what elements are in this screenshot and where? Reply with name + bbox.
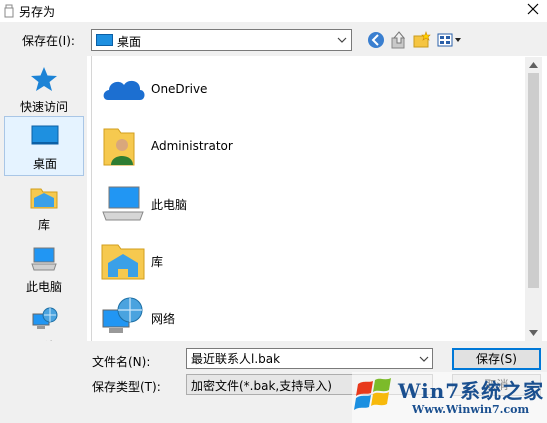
watermark-name: Win7系统之家 <box>398 379 545 403</box>
filetype-value: 加密文件(*.bak,支持导入) <box>191 379 332 393</box>
scroll-down-icon[interactable] <box>529 329 538 337</box>
sidebar-item-quick-access[interactable]: 快速访问 <box>4 60 84 120</box>
sidebar-item-desktop[interactable]: 桌面 <box>4 116 84 176</box>
new-folder-icon[interactable] <box>412 30 432 50</box>
library-icon <box>30 188 58 209</box>
list-item-label: 网络 <box>151 312 176 326</box>
sidebar-item-label: 快速访问 <box>19 100 68 114</box>
this-pc-icon <box>102 186 144 221</box>
quick-access-star-icon <box>31 67 57 91</box>
filename-label: 文件名(N): <box>92 355 151 369</box>
list-item-label: 库 <box>151 255 164 269</box>
sidebar-item-label: 此电脑 <box>25 280 62 294</box>
list-item-label: OneDrive <box>151 82 208 96</box>
list-item-label: Administrator <box>151 139 233 153</box>
file-list: OneDrive Administrator 此电脑 库 网络 <box>91 56 541 341</box>
save-in-label: 保存在(I): <box>22 34 75 48</box>
location-value: 桌面 <box>117 35 142 49</box>
site-watermark: Win7系统之家 Www.Winwin7.com <box>352 372 547 423</box>
scrollbar-thumb[interactable] <box>528 73 539 288</box>
chevron-down-icon <box>337 37 347 43</box>
sidebar-item-library[interactable]: 库 <box>4 178 84 238</box>
list-item-network[interactable]: 网络 <box>100 292 520 342</box>
filename-input[interactable] <box>186 348 433 369</box>
windows-logo-icon <box>354 378 391 410</box>
up-folder-icon[interactable] <box>389 30 409 50</box>
vertical-scrollbar[interactable] <box>525 57 542 341</box>
list-item-this-pc[interactable]: 此电脑 <box>100 178 520 228</box>
scroll-up-icon[interactable] <box>529 61 538 69</box>
list-item-label: 此电脑 <box>151 198 188 212</box>
save-button[interactable]: 保存(S) <box>452 348 541 370</box>
list-item-administrator[interactable]: Administrator <box>100 121 520 171</box>
library-icon <box>101 244 145 280</box>
back-arrow-icon[interactable] <box>366 30 386 50</box>
filetype-label: 保存类型(T): <box>92 380 161 394</box>
desktop-icon <box>96 34 113 46</box>
window-title: 另存为 <box>19 5 56 19</box>
desktop-icon <box>31 125 59 145</box>
list-item-library[interactable]: 库 <box>100 235 520 285</box>
network-icon <box>32 307 58 329</box>
title-bar: 另存为 <box>0 0 547 22</box>
watermark-url: Www.Winwin7.com <box>412 403 530 416</box>
chevron-down-icon[interactable] <box>419 354 429 364</box>
sidebar-item-label: 桌面 <box>32 157 57 171</box>
user-folder-icon <box>103 128 135 166</box>
list-item-onedrive[interactable]: OneDrive <box>100 64 520 114</box>
location-toolbar: 保存在(I): 桌面 <box>0 22 547 56</box>
sidebar-item-this-pc[interactable]: 此电脑 <box>4 240 84 300</box>
places-sidebar: 快速访问 桌面 库 此电脑 网络 <box>0 56 87 354</box>
location-combobox[interactable]: 桌面 <box>91 29 352 51</box>
close-icon[interactable] <box>525 1 541 17</box>
view-menu-icon[interactable] <box>436 30 462 50</box>
this-pc-icon <box>31 247 57 271</box>
dialog-icon <box>4 4 14 18</box>
network-icon <box>102 297 143 333</box>
onedrive-cloud-icon <box>103 80 145 100</box>
sidebar-item-label: 库 <box>37 218 50 232</box>
